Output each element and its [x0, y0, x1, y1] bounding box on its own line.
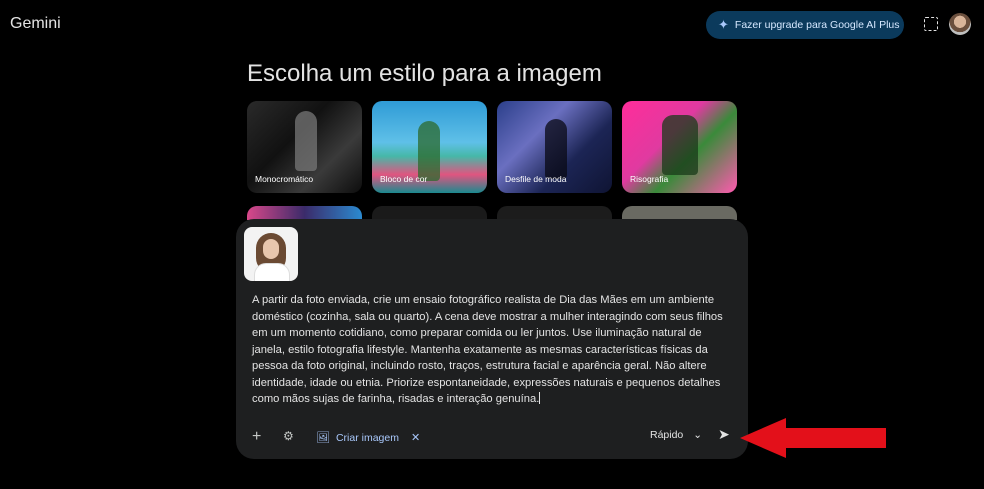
page-title: Escolha um estilo para a imagem — [247, 60, 602, 87]
plus-icon[interactable]: + — [252, 428, 261, 446]
style-card-label: Bloco de cor — [380, 174, 428, 184]
style-card-risografia[interactable]: Risografia — [622, 101, 737, 193]
card-figure — [418, 121, 440, 181]
thumb-body — [254, 263, 290, 281]
style-card-partial[interactable] — [247, 206, 362, 220]
style-card-partial[interactable] — [497, 206, 612, 220]
prompt-composer: A partir da foto enviada, crie um ensaio… — [236, 219, 748, 459]
red-arrow-annotation — [740, 418, 886, 458]
style-card-partial[interactable] — [622, 206, 737, 220]
style-card-bloco-de-cor[interactable]: Bloco de cor — [372, 101, 487, 193]
card-figure — [545, 119, 567, 179]
model-selector[interactable]: Rápido ⌄ — [650, 429, 702, 441]
avatar[interactable] — [949, 13, 971, 35]
uploaded-image-thumbnail[interactable] — [244, 227, 298, 281]
style-card-partial[interactable] — [372, 206, 487, 220]
thumb-face — [263, 239, 279, 259]
style-card-desfile-de-moda[interactable]: Desfile de moda — [497, 101, 612, 193]
tools-icon[interactable]: ⚙ — [283, 429, 294, 443]
create-image-label: Criar imagem — [335, 431, 399, 444]
app-title[interactable]: Gemini — [10, 15, 61, 33]
model-label: Rápido — [650, 429, 684, 441]
prompt-input[interactable]: A partir da foto enviada, crie um ensaio… — [252, 292, 736, 408]
send-icon[interactable]: ➤ — [718, 426, 730, 443]
create-image-chip[interactable]: 🖼 Criar imagem ✕ — [316, 431, 420, 445]
style-card-label: Monocromático — [255, 174, 314, 184]
upgrade-label: Fazer upgrade para Google AI Plus — [734, 19, 900, 31]
top-bar: Gemini ✦ Fazer upgrade para Google AI Pl… — [0, 0, 984, 50]
image-icon: 🖼 — [316, 432, 330, 444]
close-icon[interactable]: ✕ — [411, 431, 420, 444]
style-card-monocromatico[interactable]: Monocromático — [247, 101, 362, 193]
card-figure — [662, 115, 698, 175]
style-card-label: Desfile de moda — [505, 174, 567, 184]
sparkle-icon: ✦ — [718, 17, 729, 32]
upgrade-button[interactable]: ✦ Fazer upgrade para Google AI Plus — [706, 11, 904, 39]
card-figure — [295, 111, 317, 171]
screen-capture-icon[interactable] — [924, 17, 938, 31]
style-card-label: Risografia — [630, 174, 669, 184]
prompt-text: A partir da foto enviada, crie um ensaio… — [252, 294, 723, 405]
text-caret — [539, 392, 541, 404]
chevron-down-icon: ⌄ — [693, 429, 703, 441]
